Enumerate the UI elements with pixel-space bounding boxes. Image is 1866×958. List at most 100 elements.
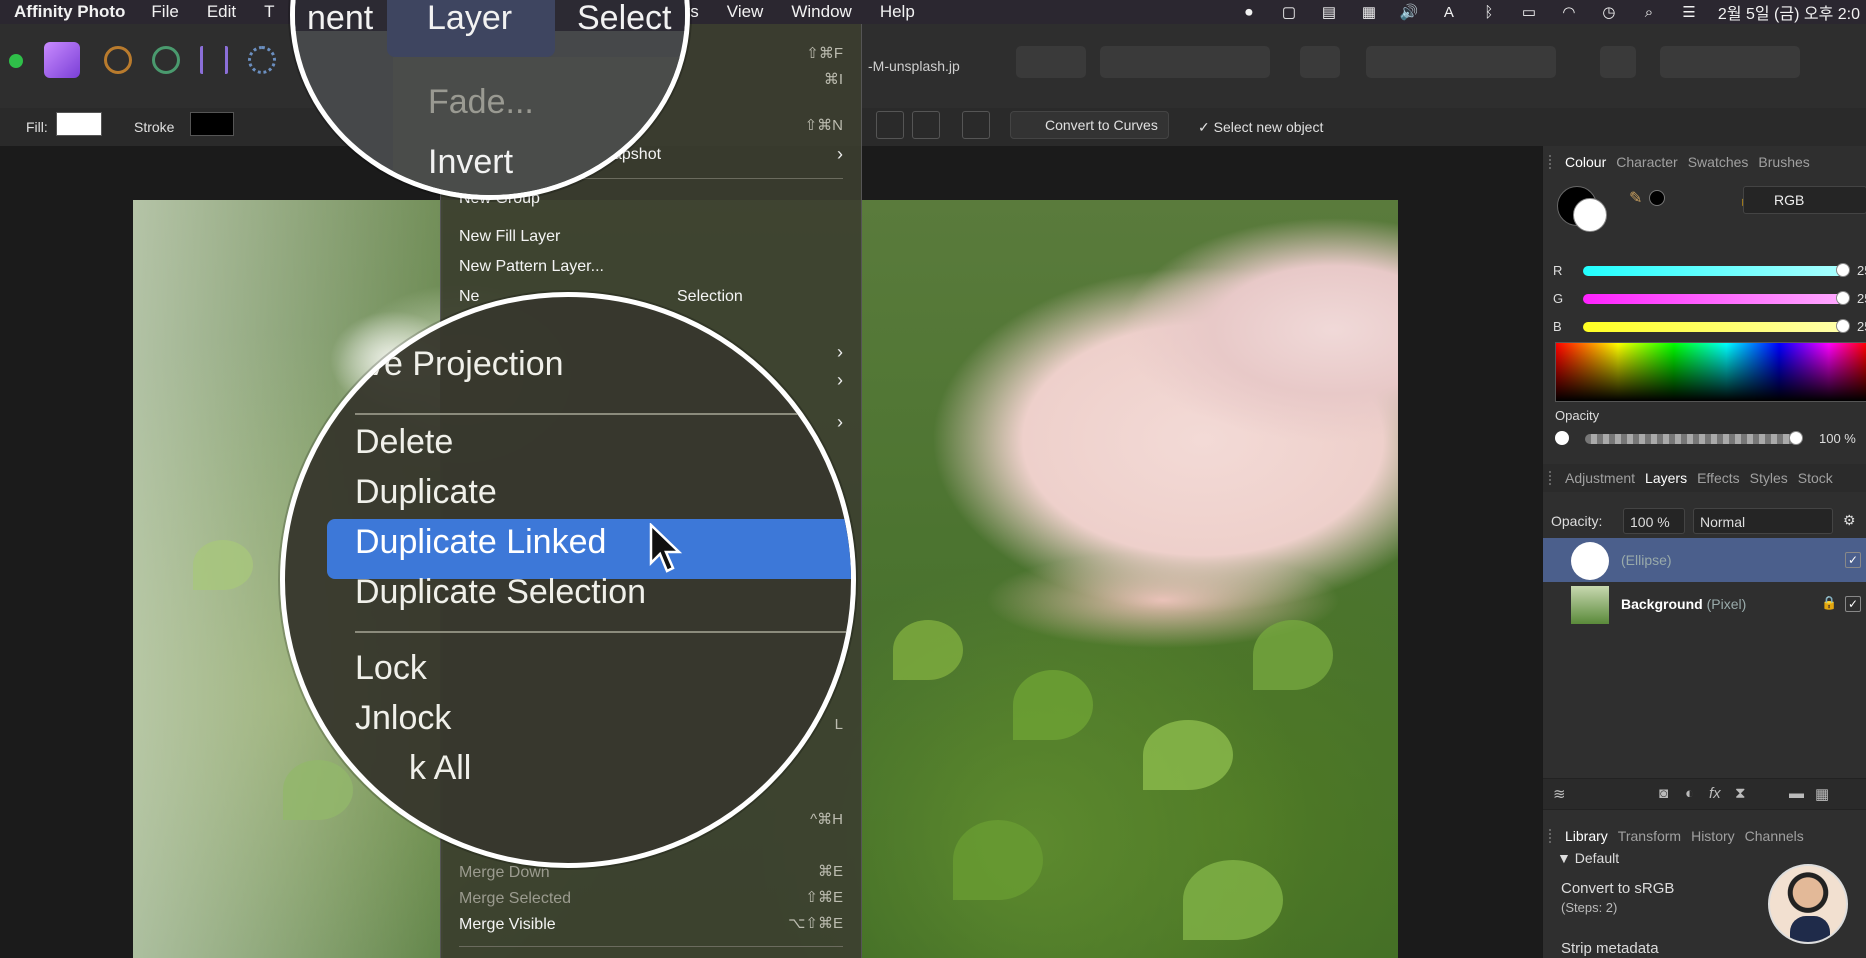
rotate-icon[interactable] xyxy=(962,111,990,139)
mask-tools-group[interactable] xyxy=(1016,46,1086,78)
screen-icon[interactable]: ▢ xyxy=(1278,3,1300,21)
transform-icon[interactable] xyxy=(912,111,940,139)
blend-mode-select[interactable]: Normal xyxy=(1693,508,1833,534)
tab-transform[interactable]: Transform xyxy=(1618,828,1681,844)
colour-model-select[interactable]: RGB xyxy=(1743,186,1866,214)
photo-persona-icon[interactable] xyxy=(44,42,80,78)
black-dot-icon[interactable] xyxy=(1649,190,1665,206)
library-item-convert-srgb[interactable]: Convert to sRGB (Steps: 2) xyxy=(1561,880,1674,915)
r-value[interactable]: 25 xyxy=(1857,263,1866,278)
menu-text-partial[interactable]: T xyxy=(264,2,274,22)
align-tools-group[interactable] xyxy=(1600,46,1636,78)
colour-spectrum[interactable] xyxy=(1555,342,1866,402)
tab-effects[interactable]: Effects xyxy=(1697,470,1740,486)
clipboard-icon[interactable]: ▤ xyxy=(1318,3,1340,21)
boolean-tools-group[interactable] xyxy=(1660,46,1800,78)
volume-icon[interactable]: 🔊 xyxy=(1398,3,1420,21)
eyedropper-icon[interactable]: ✎ xyxy=(1629,188,1642,208)
b-knob[interactable] xyxy=(1836,319,1850,333)
gear-icon[interactable]: ⚙ xyxy=(1843,512,1856,529)
mask-layer-icon[interactable]: ◙ xyxy=(1659,785,1668,802)
tab-history[interactable]: History xyxy=(1691,828,1735,844)
tab-channels[interactable]: Channels xyxy=(1745,828,1804,844)
folder-icon[interactable]: ▬ xyxy=(1789,785,1804,802)
r-slider[interactable]: R 25 xyxy=(1553,260,1866,280)
tab-layers[interactable]: Layers xyxy=(1645,470,1687,486)
layer-row-ellipse[interactable]: (Ellipse) ✓ xyxy=(1543,538,1866,582)
magnified-item-duplicate-linked[interactable]: Duplicate Linked xyxy=(355,523,606,562)
layer-visibility-checkbox[interactable]: ✓ xyxy=(1845,552,1861,568)
opacity-knob[interactable] xyxy=(1789,431,1803,445)
liquify-persona-icon[interactable] xyxy=(104,46,132,74)
record-icon[interactable]: ⏺ xyxy=(1238,3,1260,21)
menu-edit[interactable]: Edit xyxy=(207,2,236,22)
control-center-icon[interactable]: ☰ xyxy=(1678,3,1700,21)
window-zoom-button[interactable] xyxy=(9,54,23,68)
tab-adjustment[interactable]: Adjustment xyxy=(1565,470,1635,486)
tab-library[interactable]: Library xyxy=(1565,828,1608,844)
layout-icon[interactable]: ▦ xyxy=(1358,3,1380,21)
menu-item-merge-visible[interactable]: Merge Visible xyxy=(459,914,556,936)
colour-opacity-slider[interactable]: 100 % xyxy=(1555,428,1866,448)
menu-window[interactable]: Window xyxy=(791,2,851,22)
g-track[interactable] xyxy=(1583,294,1843,304)
stroke-swatch[interactable] xyxy=(190,112,234,136)
tab-styles[interactable]: Styles xyxy=(1750,470,1788,486)
fill-swatch[interactable] xyxy=(56,112,102,136)
panel-grip-icon[interactable] xyxy=(1549,471,1555,485)
menu-help[interactable]: Help xyxy=(880,2,915,22)
fx-icon[interactable]: fx xyxy=(1709,785,1721,802)
menu-item-new-from-selection-tail[interactable]: Selection xyxy=(677,286,743,308)
tab-swatches[interactable]: Swatches xyxy=(1688,154,1749,170)
adjustment-icon[interactable]: ◐ xyxy=(1685,785,1694,802)
layer-row-background[interactable]: Background (Pixel) 🔒 ✓ xyxy=(1543,582,1866,626)
battery-icon[interactable]: ▭ xyxy=(1518,3,1540,21)
b-track[interactable] xyxy=(1583,322,1843,332)
library-group-default[interactable]: ▼ Default xyxy=(1557,850,1619,866)
g-slider[interactable]: G 25 xyxy=(1553,288,1866,308)
search-icon[interactable]: ⌕ xyxy=(1638,3,1660,21)
menu-item-merge-selected[interactable]: Merge Selected xyxy=(459,888,571,910)
g-value[interactable]: 25 xyxy=(1857,291,1866,306)
menu-item-new-pattern-layer[interactable]: New Pattern Layer... xyxy=(459,256,604,278)
library-item-strip-metadata[interactable]: Strip metadata xyxy=(1561,940,1659,957)
menu-item-new-fill-layer[interactable]: New Fill Layer xyxy=(459,226,560,248)
arrange-tools-group[interactable] xyxy=(1366,46,1556,78)
tone-mapping-persona-icon[interactable] xyxy=(200,46,228,74)
document-tab[interactable]: -M-unsplash.jp xyxy=(868,58,960,74)
menubar-clock[interactable]: 2월 5일 (금) 오후 2:0 xyxy=(1718,0,1860,24)
app-menu[interactable]: Affinity Photo xyxy=(14,2,125,22)
tab-brushes[interactable]: Brushes xyxy=(1758,154,1809,170)
secondary-colour-well[interactable] xyxy=(1573,198,1607,232)
g-knob[interactable] xyxy=(1836,291,1850,305)
colour-opacity-value[interactable]: 100 % xyxy=(1819,431,1856,446)
b-slider[interactable]: B 25 xyxy=(1553,316,1866,336)
export-persona-icon[interactable] xyxy=(248,46,276,74)
menu-view[interactable]: View xyxy=(727,2,764,22)
r-knob[interactable] xyxy=(1836,263,1850,277)
select-new-object-checkbox[interactable]: ✓ Select new object xyxy=(1198,119,1323,136)
time-machine-icon[interactable]: ◷ xyxy=(1598,3,1620,21)
panel-grip-icon[interactable] xyxy=(1549,829,1555,843)
opacity-track[interactable] xyxy=(1585,434,1795,444)
tab-character[interactable]: Character xyxy=(1616,154,1677,170)
r-track[interactable] xyxy=(1583,266,1843,276)
menu-file[interactable]: File xyxy=(151,2,178,22)
panel-grip-icon[interactable] xyxy=(1549,155,1555,169)
snapping-tools-group[interactable] xyxy=(1100,46,1270,78)
layer-lock-icon[interactable]: 🔒 xyxy=(1821,595,1837,611)
develop-persona-icon[interactable] xyxy=(152,46,180,74)
tab-colour[interactable]: Colour xyxy=(1565,154,1606,170)
live-filter-icon[interactable]: ⧗ xyxy=(1735,785,1746,802)
input-source-icon[interactable]: A xyxy=(1438,3,1460,21)
layers-stack-icon[interactable]: ≋ xyxy=(1553,785,1566,803)
assistant-button[interactable] xyxy=(1300,46,1340,78)
convert-to-curves-button[interactable]: Convert to Curves xyxy=(1010,111,1169,139)
align-icon[interactable] xyxy=(876,111,904,139)
layer-visibility-checkbox[interactable]: ✓ xyxy=(1845,596,1861,612)
bluetooth-icon[interactable]: ᛒ xyxy=(1478,3,1500,21)
tab-stock[interactable]: Stock xyxy=(1798,470,1833,486)
wifi-icon[interactable]: ◠ xyxy=(1558,3,1580,21)
menu-item-new-from-selection[interactable]: Ne xyxy=(459,286,479,308)
grid-icon[interactable]: ▦ xyxy=(1815,785,1829,803)
